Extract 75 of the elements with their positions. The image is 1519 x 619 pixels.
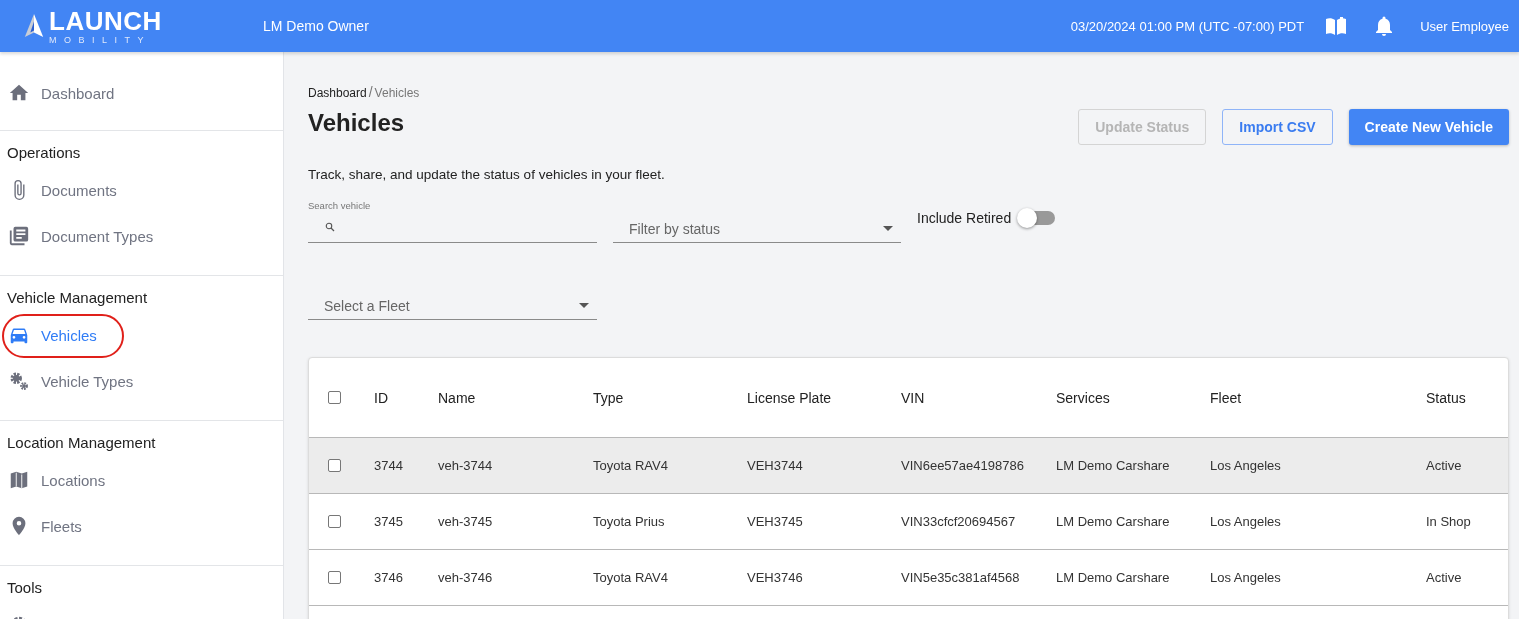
nav-item[interactable]: Dashboard <box>0 70 283 116</box>
table-cell-text: veh-3746 <box>438 570 494 585</box>
gears-icon <box>8 370 30 392</box>
action-button[interactable]: Import CSV <box>1222 109 1333 145</box>
column-header[interactable]: License Plate <box>747 389 901 406</box>
documents-icon <box>8 225 30 247</box>
table-cell-text: Toyota RAV4 <box>593 570 669 585</box>
table-cell-text: LM Demo Carshare <box>1056 514 1171 529</box>
include-retired-toggle[interactable] <box>1019 211 1056 225</box>
checkbox[interactable] <box>328 459 341 472</box>
fleet-dropdown[interactable]: Select a Fleet <box>308 292 597 320</box>
column-header[interactable]: Fleet <box>1210 389 1426 406</box>
page-title: Vehicles <box>308 109 405 137</box>
table-cell-text: 3745 <box>374 514 404 529</box>
rocket-logo-icon <box>23 13 45 39</box>
table-cell-text: 3744 <box>374 458 404 473</box>
table-cell-text: Active <box>1426 458 1463 473</box>
nav-item[interactable]: Vehicles <box>0 312 283 358</box>
table-cell-text: Active <box>1426 570 1463 585</box>
toggle-label: Include Retired <box>917 210 1012 226</box>
section-heading: Operations <box>6 143 82 163</box>
book-icon[interactable] <box>1324 14 1349 38</box>
column-header[interactable]: ID <box>374 389 438 406</box>
search-field[interactable]: Search vehicle <box>308 200 597 243</box>
table-cell-text: VIN5e35c381af4568 <box>901 570 1021 585</box>
table-cell-text: veh-3744 <box>438 458 494 473</box>
column-header[interactable]: VIN <box>901 389 1056 406</box>
table-cell-text: LM Demo Carshare <box>1056 570 1171 585</box>
section-heading: Vehicle Management <box>6 288 149 308</box>
table-cell-text: Toyota Prius <box>593 514 666 529</box>
checkbox[interactable] <box>328 515 341 528</box>
table-cell-text: In Shop <box>1426 514 1472 529</box>
breadcrumb-link[interactable]: Dashboard <box>308 86 367 100</box>
logo-wordmark: LAUNCH <box>49 7 162 34</box>
nav-item[interactable]: Locations <box>0 457 283 503</box>
section-heading: Tools <box>6 578 44 598</box>
table-row[interactable]: 3746 veh-3746 Toyota RAV4 VEH3746 VIN5e35c381af4568 LM Demo Carshare Los Angeles Active <box>309 550 1508 606</box>
column-header[interactable]: Services <box>1056 389 1210 406</box>
table-row[interactable]: 3745 veh-3745 Toyota Prius VEH3745 VIN33cfcf20694567 LM Demo Carshare Los Angeles In Shop <box>309 494 1508 550</box>
search-icon <box>324 220 336 233</box>
checkbox[interactable] <box>328 571 341 584</box>
table-cell-text: Toyota RAV4 <box>593 458 669 473</box>
dropdown-caret-icon <box>883 226 893 231</box>
table-cell-text: 3746 <box>374 570 404 585</box>
checkbox[interactable] <box>328 391 341 404</box>
table-cell-text: VIN6ee57ae4198786 <box>901 458 1025 473</box>
user-menu[interactable]: User Employee <box>1420 18 1509 34</box>
table-cell-text: VIN33cfcf20694567 <box>901 514 1017 529</box>
nav-item[interactable]: Document Types <box>0 213 283 259</box>
table-cell-text: VEH3745 <box>747 514 804 529</box>
column-header[interactable]: Status <box>1426 389 1508 406</box>
status-filter-dropdown[interactable]: Filter by status <box>613 215 901 243</box>
dropdown-caret-icon <box>579 303 589 308</box>
table-cell-text: LM Demo Carshare <box>1056 458 1171 473</box>
breadcrumb-separator: / <box>368 84 373 100</box>
column-header[interactable]: Name <box>438 389 593 406</box>
table-row[interactable]: 3744 veh-3744 Toyota RAV4 VEH3744 VIN6ee57ae4198786 LM Demo Carshare Los Angeles Active <box>309 438 1508 494</box>
map-icon <box>8 469 30 491</box>
nav-item[interactable]: Fleets <box>0 503 283 549</box>
table-cell-text: VEH3744 <box>747 458 804 473</box>
table-cell-text: veh-3745 <box>438 514 494 529</box>
table-cell-text: Los Angeles <box>1210 570 1282 585</box>
date-time: 03/20/2024 01:00 PM (UTC -07:00) PDT <box>1070 18 1305 34</box>
breadcrumb-current: Vehicles <box>374 86 420 100</box>
page-description: Track, share, and update the status of vehicles in your fleet. <box>308 167 666 182</box>
table-cell-text: VEH3746 <box>747 570 804 585</box>
column-header[interactable]: Type <box>593 389 747 406</box>
organization-name: LM Demo Owner <box>263 18 369 34</box>
logo-tagline: MOBILITY <box>49 35 152 45</box>
table-cell-text: Los Angeles <box>1210 514 1282 529</box>
section-heading: Location Management <box>6 433 157 453</box>
action-button[interactable]: Create New Vehicle <box>1348 109 1509 145</box>
nav-item[interactable]: Vehicle Types <box>0 358 283 404</box>
table-cell-text: Los Angeles <box>1210 458 1282 473</box>
nav-item[interactable]: Documents <box>0 167 283 213</box>
